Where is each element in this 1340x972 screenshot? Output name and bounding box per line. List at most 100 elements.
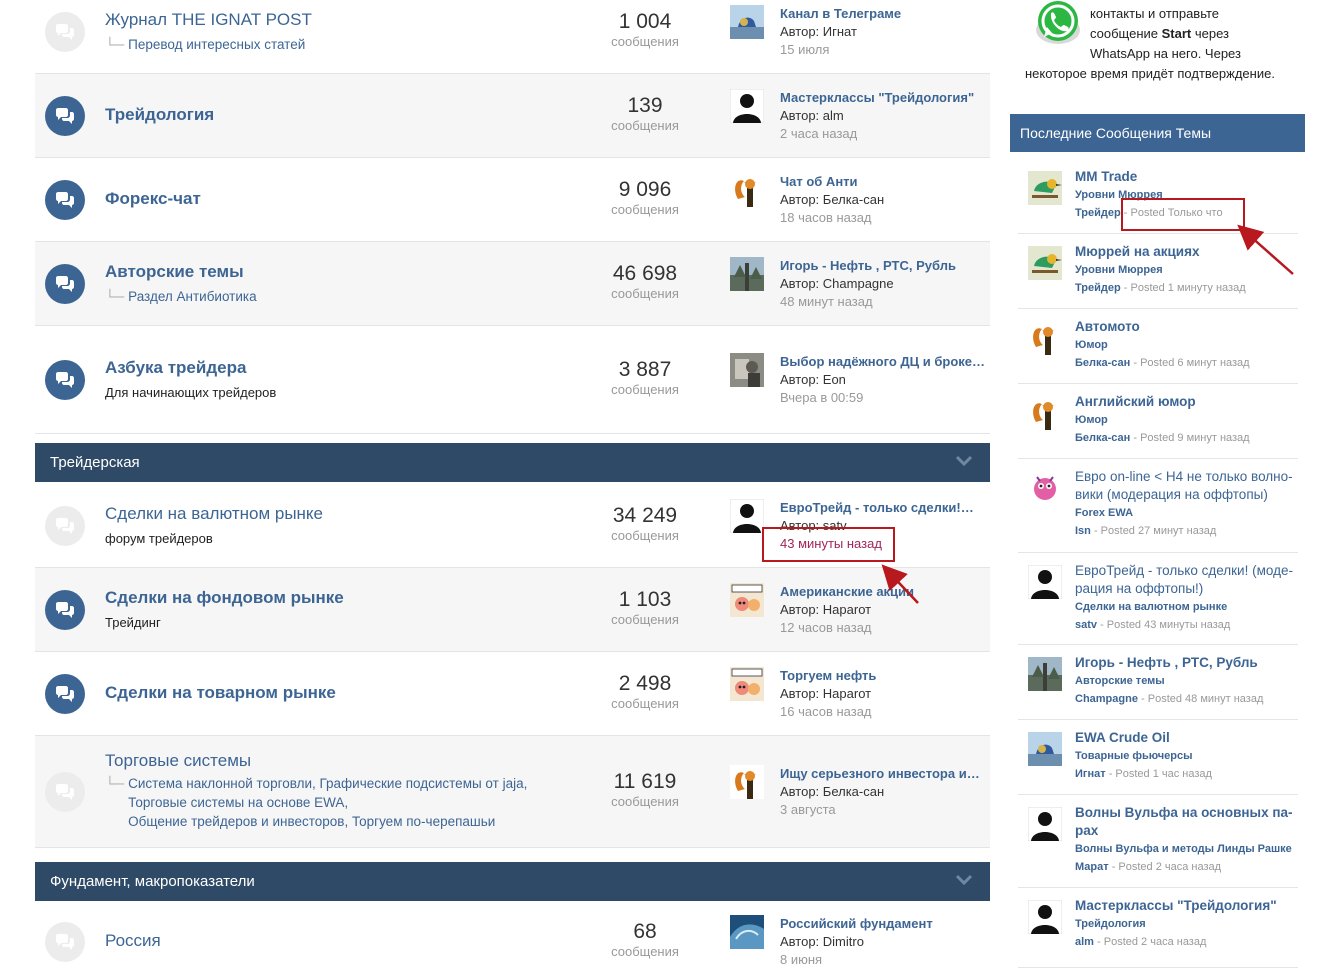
recent-post-title-link[interactable]: Английский юмор (1075, 393, 1300, 411)
recent-post-user-link[interactable]: Трейдер (1075, 282, 1121, 294)
last-post-time[interactable]: 18 часов назад (780, 209, 985, 227)
recent-post-title-link[interactable]: Автомото (1075, 318, 1300, 336)
recent-post-avatar[interactable] (1027, 899, 1063, 935)
recent-post-avatar[interactable] (1028, 321, 1062, 355)
last-poster-avatar[interactable] (730, 765, 764, 799)
forum-status-icon[interactable] (45, 12, 85, 52)
last-poster-avatar[interactable] (730, 353, 764, 387)
subforum-link[interactable]: Раздел Антибиотика (128, 289, 256, 304)
user-avatar[interactable] (730, 667, 764, 701)
forum-title-link[interactable]: Авторские темы (105, 262, 244, 282)
forum-status-icon[interactable] (45, 360, 85, 400)
last-poster-avatar[interactable] (730, 583, 764, 617)
user-avatar[interactable] (1028, 396, 1062, 430)
recent-post-user-link[interactable]: Трейдер (1075, 207, 1121, 219)
recent-post-avatar[interactable] (1027, 806, 1063, 842)
recent-post-avatar[interactable] (1028, 732, 1062, 766)
recent-post-title-link[interactable]: Евро on-line < H4 не только волно-вики (… (1075, 468, 1300, 504)
user-avatar[interactable] (730, 5, 764, 39)
forum-status-icon[interactable] (45, 96, 85, 136)
user-avatar[interactable] (729, 498, 765, 534)
last-poster-avatar[interactable] (730, 667, 764, 701)
last-poster-avatar[interactable] (730, 173, 764, 207)
last-post-time[interactable]: 3 августа (780, 801, 985, 819)
recent-post-avatar[interactable] (1028, 396, 1062, 430)
subforum-line[interactable]: └─Торговые системы на основе EWA, (105, 793, 527, 812)
forum-title-link[interactable]: Форекс-чат (105, 189, 201, 209)
recent-post-user-link[interactable]: Белка-сан (1075, 357, 1130, 369)
last-post-time[interactable]: 16 часов назад (780, 703, 985, 721)
last-post-time[interactable]: 2 часа назад (780, 125, 985, 143)
recent-post-title-link[interactable]: Волны Вульфа на основных па-рах (1075, 804, 1300, 840)
last-poster-avatar[interactable] (729, 88, 765, 124)
recent-post-title-link[interactable]: MM Trade (1075, 168, 1300, 186)
recent-post-forum-link[interactable]: Сделки на валютном рынке (1075, 598, 1300, 616)
user-avatar[interactable] (730, 765, 764, 799)
category-header-traders[interactable]: Трейдерская (35, 443, 990, 482)
forum-title-link[interactable]: Сделки на валютном рынке (105, 504, 323, 524)
forum-title-link[interactable]: Торговые системы (105, 751, 251, 771)
forum-title-link[interactable]: Сделки на фондовом рынке (105, 588, 344, 608)
recent-post-user-link[interactable]: Марат (1075, 861, 1109, 873)
recent-post-avatar[interactable] (1027, 564, 1063, 600)
recent-post-title-link[interactable]: EWA Crude Oil (1075, 729, 1300, 747)
user-avatar[interactable] (1027, 564, 1063, 600)
recent-post-forum-link[interactable]: Forex EWA (1075, 504, 1300, 522)
last-poster-avatar[interactable] (730, 257, 764, 291)
forum-status-icon[interactable] (45, 772, 85, 812)
last-post-title-link[interactable]: Американские акции (780, 583, 985, 601)
subforum-line[interactable]: └─ Система наклонной торговли, Графически… (105, 774, 527, 793)
recent-post-forum-link[interactable]: Трейдология (1075, 915, 1300, 933)
recent-post-avatar[interactable] (1028, 171, 1062, 205)
chevron-down-icon[interactable] (956, 455, 972, 467)
last-post-title-link[interactable]: Российский фундамент (780, 915, 985, 933)
forum-title-link[interactable]: Россия (105, 931, 161, 951)
recent-post-forum-link[interactable]: Уровни Мюррея (1075, 261, 1300, 279)
last-post-time[interactable]: 8 июня (780, 951, 985, 969)
forum-title-link[interactable]: Азбука трейдера (105, 358, 246, 378)
forum-title-link[interactable]: Журнал THE IGNAT POST (105, 10, 312, 30)
user-avatar[interactable] (730, 173, 764, 207)
recent-post-forum-link[interactable]: Юмор (1075, 336, 1300, 354)
forum-status-icon[interactable] (45, 590, 85, 630)
user-avatar[interactable] (730, 583, 764, 617)
last-post-title-link[interactable]: Выбор надёжного ДЦ и броке… (780, 353, 985, 371)
user-avatar[interactable] (730, 353, 764, 387)
category-header-macro[interactable]: Фундамент, макропоказатели (35, 862, 990, 901)
recent-post-avatar[interactable] (1028, 246, 1062, 280)
forum-status-icon[interactable] (45, 922, 85, 962)
last-post-time[interactable]: 12 часов назад (780, 619, 985, 637)
user-avatar[interactable] (1028, 471, 1062, 505)
last-post-title-link[interactable]: Торгуем нефть (780, 667, 985, 685)
user-avatar[interactable] (1027, 899, 1063, 935)
forum-title-link[interactable]: Сделки на товарном рынке (105, 683, 336, 703)
subforum-link[interactable]: Перевод интересных статей (128, 37, 305, 52)
last-post-time[interactable]: 48 минут назад (780, 293, 985, 311)
last-post-title-link[interactable]: ЕвроТрейд - только сделки!… (780, 499, 985, 517)
recent-post-user-link[interactable]: Белка-сан (1075, 432, 1130, 444)
recent-post-avatar[interactable] (1028, 657, 1062, 691)
user-avatar[interactable] (1028, 246, 1062, 280)
subforum-line[interactable]: └─Общение трейдеров и инвесторов, Торгуе… (105, 812, 527, 831)
user-avatar[interactable] (1028, 657, 1062, 691)
user-avatar[interactable] (1028, 321, 1062, 355)
recent-post-title-link[interactable]: Мюррей на акциях (1075, 243, 1300, 261)
last-poster-avatar[interactable] (730, 915, 764, 949)
recent-post-user-link[interactable]: satv (1075, 619, 1097, 631)
last-post-title-link[interactable]: Канал в Телеграме (780, 5, 985, 23)
last-post-title-link[interactable]: Чат об Анти (780, 173, 985, 191)
user-avatar[interactable] (730, 257, 764, 291)
user-avatar[interactable] (1028, 732, 1062, 766)
recent-post-user-link[interactable]: Игнат (1075, 768, 1106, 780)
user-avatar[interactable] (729, 88, 765, 124)
recent-post-forum-link[interactable]: Юмор (1075, 411, 1300, 429)
recent-post-title-link[interactable]: Игорь - Нефть , РТС, Рубль (1075, 654, 1300, 672)
recent-post-forum-link[interactable]: Волны Вульфа и методы Линды Рашке (1075, 840, 1300, 858)
recent-post-forum-link[interactable]: Товарные фьючерсы (1075, 747, 1300, 765)
last-post-title-link[interactable]: Мастерклассы "Трейдология" (780, 89, 985, 107)
last-post-title-link[interactable]: Игорь - Нефть , РТС, Рубль (780, 257, 985, 275)
last-poster-avatar[interactable] (730, 5, 764, 39)
forum-status-icon[interactable] (45, 506, 85, 546)
recent-post-title-link[interactable]: ЕвроТрейд - только сделки! (моде-рация н… (1075, 562, 1300, 598)
forum-status-icon[interactable] (45, 674, 85, 714)
